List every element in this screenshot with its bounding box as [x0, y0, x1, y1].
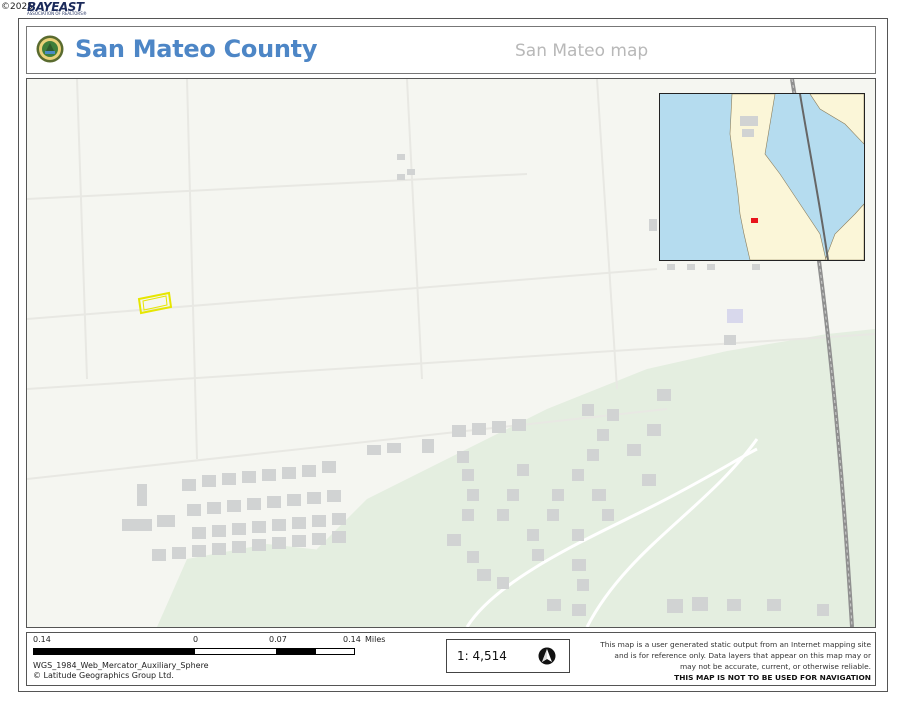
scale-label-1: 0: [193, 635, 199, 644]
scale-ratio: 1: 4,514: [457, 649, 507, 663]
scale-unit: Miles: [365, 635, 386, 644]
disclaimer-text: This map is a user generated static outp…: [600, 640, 871, 671]
county-seal-icon: [36, 35, 64, 63]
scale-segment-white: [195, 649, 276, 654]
inset-land-southeast: [824, 203, 864, 260]
scale-ratio-box: 1: 4,514: [446, 639, 570, 673]
copyright-label: © Latitude Geographics Group Ltd.: [33, 671, 174, 680]
inset-land-east: [809, 94, 864, 145]
locator-inset: [659, 93, 865, 261]
inset-building-2: [742, 129, 754, 137]
inset-building: [740, 116, 758, 126]
scale-label-3: 0.14: [343, 635, 361, 644]
scale-segment-black: [34, 649, 195, 654]
locator-inset-map: [729, 94, 864, 260]
subject-location-marker: [751, 218, 758, 223]
projection-label: WGS_1984_Web_Mercator_Auxiliary_Sphere: [33, 661, 209, 670]
watermark-logo-sub: ASSOCIATION OF REALTORS®: [27, 11, 87, 16]
building-purple: [727, 309, 743, 323]
map-footer: 0.14 0 0.07 0.14 Miles WGS_1984_Web_Merc…: [26, 632, 876, 686]
scale-segment-white-2: [316, 649, 354, 654]
disclaimer: This map is a user generated static outp…: [597, 639, 871, 683]
page-title: San Mateo County: [75, 35, 318, 63]
scale-bar: [33, 648, 355, 655]
navigation-warning: THIS MAP IS NOT TO BE USED FOR NAVIGATIO…: [674, 673, 871, 682]
subject-parcel: [137, 291, 173, 315]
scale-labels: 0.14 0 0.07 0.14 Miles: [27, 635, 427, 647]
scale-segment-black-2: [276, 649, 316, 654]
map-canvas[interactable]: [26, 78, 876, 628]
map-subtitle: San Mateo map: [515, 41, 649, 61]
scale-label-2: 0.07: [269, 635, 287, 644]
north-arrow-icon: [538, 647, 556, 665]
scale-label-0: 0.14: [33, 635, 51, 644]
map-header: San Mateo County San Mateo map: [26, 26, 876, 74]
